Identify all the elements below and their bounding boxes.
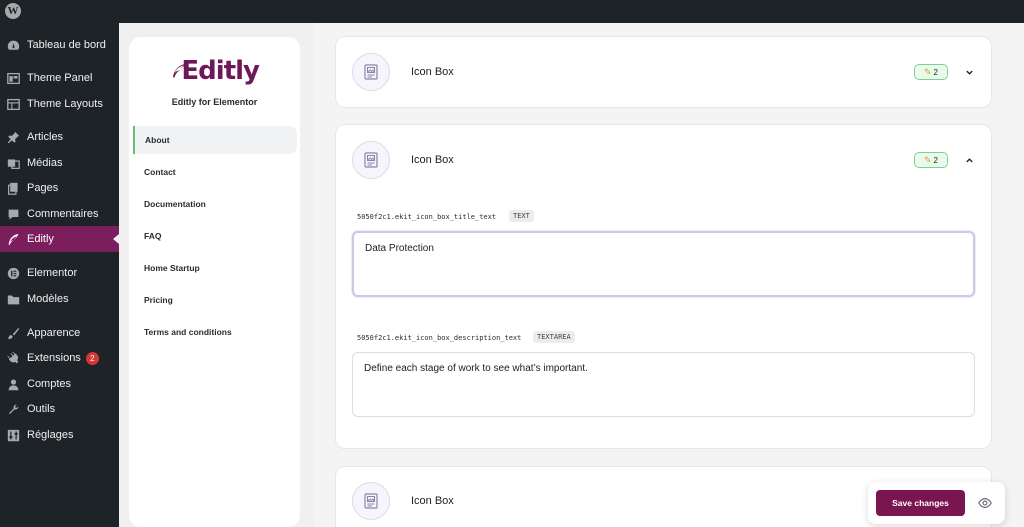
theme-layouts-icon [6,97,20,111]
nav-item-documentation[interactable]: Documentation [133,190,297,218]
chevron-down-icon[interactable] [964,67,974,77]
plugin-icon [6,351,20,365]
menu-item-comments[interactable]: Commentaires [0,201,119,227]
menu-item-theme-panel[interactable]: Theme Panel [0,65,119,91]
save-changes-button[interactable]: Save changes [876,490,965,516]
pencil-icon: ✎ [924,154,932,165]
icon-box-widget-icon [352,141,390,179]
folder-icon [6,292,20,306]
nav-item-faq[interactable]: FAQ [133,222,297,250]
nav-item-pricing[interactable]: Pricing [133,286,297,314]
admin-bar: W [0,0,1024,23]
elementor-icon [6,266,20,280]
brush-icon [6,326,20,340]
menu-item-pages[interactable]: Pages [0,175,119,201]
menu-item-articles[interactable]: Articles [0,124,119,150]
title-text-input[interactable]: Data Protection [352,231,975,297]
edit-count-badge: ✎ 2 [914,152,948,168]
field-key: 5050f2c1.ekit_icon_box_description_text [357,334,522,342]
nav-item-contact[interactable]: Contact [133,158,297,186]
editly-logo: Editly [171,56,260,86]
pages-icon [6,181,20,195]
settings-icon [6,428,20,442]
nav-item-home-startup[interactable]: Home Startup [133,254,297,282]
menu-item-editly[interactable]: Editly [0,226,119,252]
field-key: 5050f2c1.ekit_icon_box_title_text [357,213,497,221]
wordpress-icon[interactable]: W [5,3,21,19]
field-type-badge: TEXT [509,210,534,222]
chevron-up-icon[interactable] [964,155,974,165]
user-icon [6,377,20,391]
menu-item-elementor[interactable]: Elementor [0,260,119,286]
icon-box-widget-icon [352,53,390,91]
nav-item-about[interactable]: About [133,126,297,154]
nav-item-terms[interactable]: Terms and conditions [133,318,297,346]
menu-item-medias[interactable]: Médias [0,150,119,176]
menu-item-modeles[interactable]: Modèles [0,286,119,312]
menu-item-apparence[interactable]: Apparence [0,320,119,346]
menu-item-comptes[interactable]: Comptes [0,371,119,397]
widget-title: Icon Box [411,154,454,166]
widget-title: Icon Box [411,495,454,507]
menu-item-dashboard[interactable]: Tableau de bord [0,32,119,58]
plugin-sidebar [129,37,300,527]
menu-item-outils[interactable]: Outils [0,396,119,422]
dashboard-icon [6,38,20,52]
widget-title: Icon Box [411,66,454,78]
description-textarea[interactable]: Define each stage of work to see what’s … [352,352,975,417]
field-type-badge: TEXTAREA [533,331,575,343]
comment-icon [6,207,20,221]
menu-item-extensions[interactable]: Extensions 2 [0,345,119,371]
feather-icon [6,232,20,246]
extensions-update-badge: 2 [85,351,99,365]
menu-item-theme-layouts[interactable]: Theme Layouts [0,91,119,117]
wrench-icon [6,402,20,416]
media-icon [6,156,20,170]
plugin-subtitle: Editly for Elementor [171,97,258,107]
eye-icon[interactable] [973,491,997,515]
pin-icon [6,130,20,144]
theme-panel-icon [6,71,20,85]
pencil-icon: ✎ [924,66,932,77]
edit-count-badge: ✎ 2 [914,64,948,80]
menu-item-reglages[interactable]: Réglages [0,422,119,448]
icon-box-widget-icon [352,482,390,520]
admin-menu: Tableau de bord Theme Panel Theme Layout… [0,23,119,527]
